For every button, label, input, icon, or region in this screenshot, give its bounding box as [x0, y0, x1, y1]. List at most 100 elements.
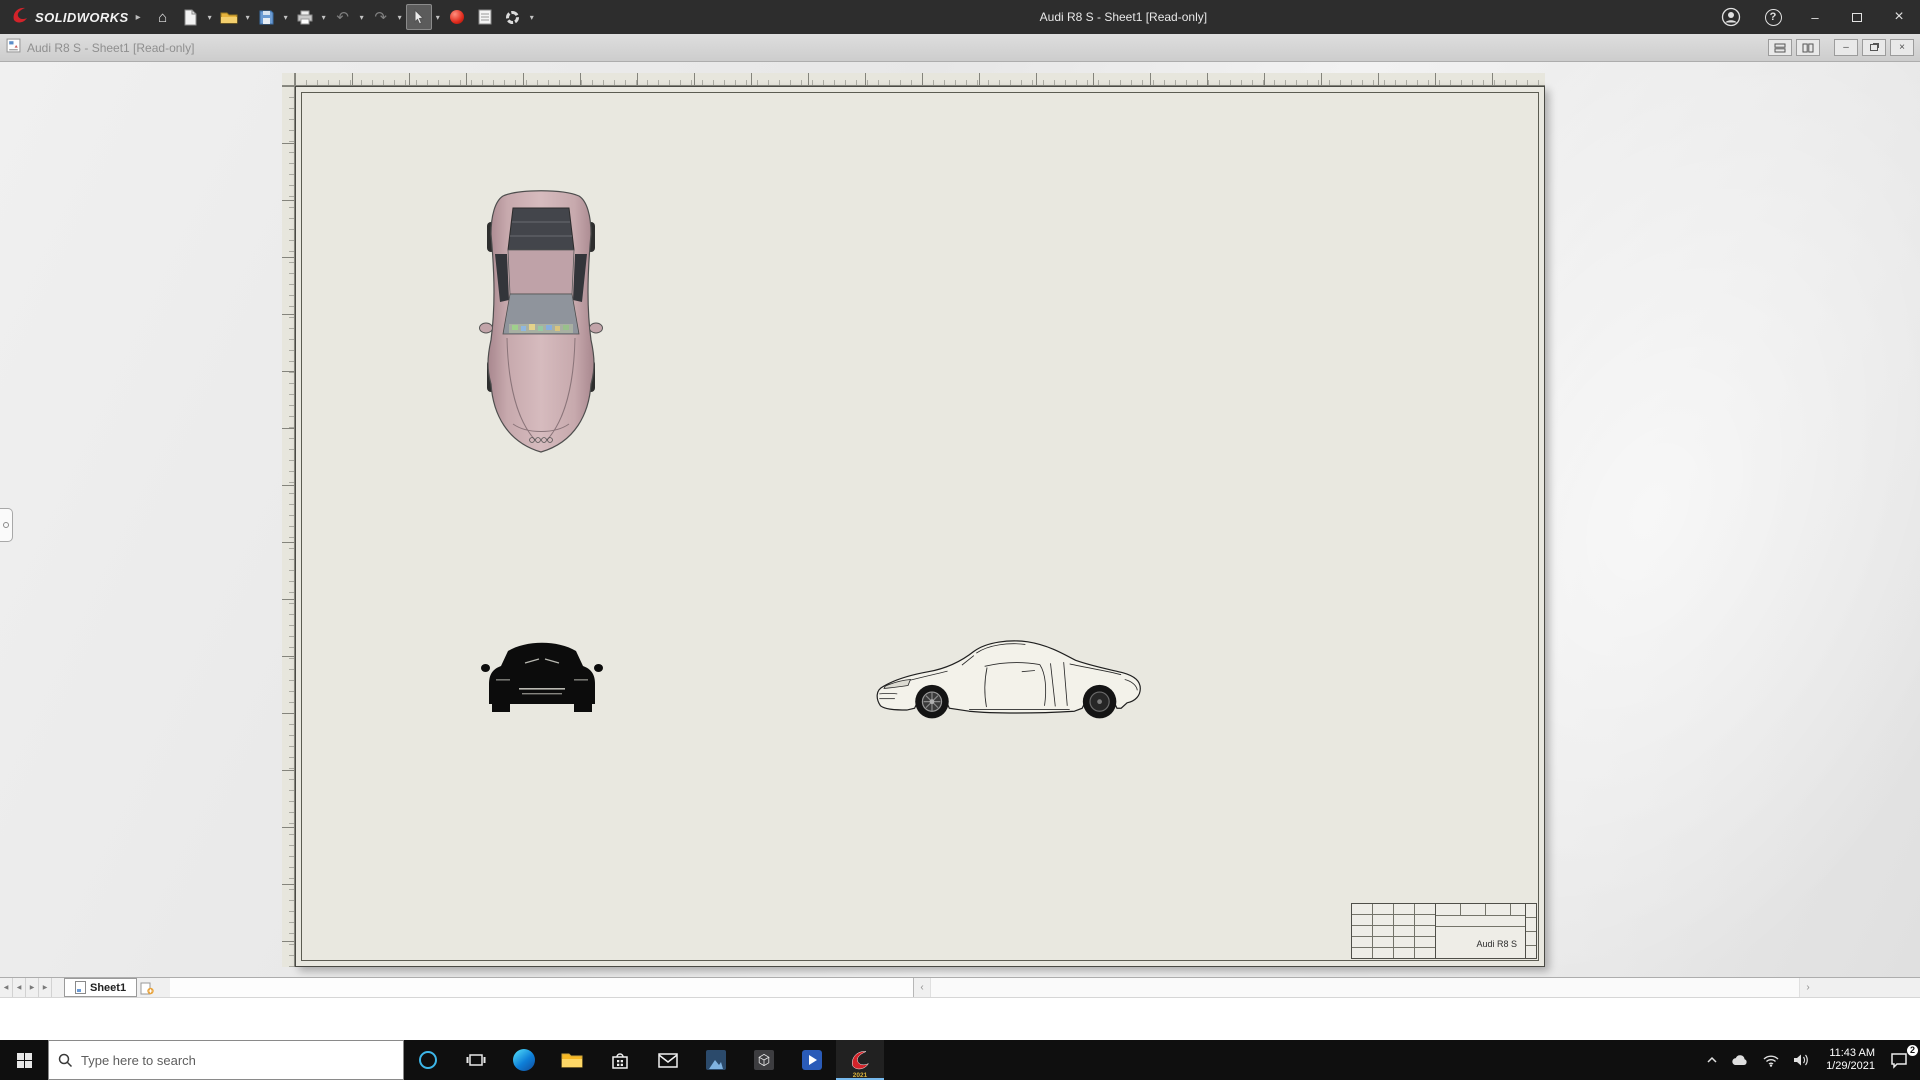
cloud-icon — [1732, 1055, 1747, 1065]
brand-expand-icon[interactable]: ▸ — [136, 12, 141, 23]
save-icon — [259, 10, 274, 24]
mail-button[interactable] — [644, 1040, 692, 1080]
open-button[interactable] — [216, 4, 242, 30]
doc-restore-button[interactable] — [1862, 39, 1886, 56]
options-button[interactable] — [500, 4, 526, 30]
tile-vertical-button[interactable] — [1796, 39, 1820, 56]
help-icon: ? — [1764, 8, 1782, 26]
horizontal-scrollbar[interactable]: ‹ › — [914, 978, 1816, 997]
window-title: Audi R8 S - Sheet1 [Read-only] — [1039, 10, 1208, 24]
solidworks-brand[interactable]: SOLIDWORKS ▸ — [0, 5, 149, 30]
options-gear-icon — [506, 10, 520, 24]
solidworks-logo-icon — [10, 5, 30, 30]
document-titlebar: Audi R8 S - Sheet1 [Read-only] – × — [0, 34, 1920, 62]
vertical-ruler — [282, 86, 295, 967]
undo-icon: ↶ — [336, 8, 349, 26]
help-button[interactable]: ? — [1752, 0, 1794, 34]
doc-minimize-button[interactable]: – — [1834, 39, 1858, 56]
cube-app-button[interactable] — [740, 1040, 788, 1080]
account-button[interactable] — [1710, 0, 1752, 34]
hidden-icons-button[interactable] — [1700, 1040, 1724, 1080]
collapsed-panel-handle[interactable] — [0, 508, 13, 542]
add-sheet-button[interactable] — [137, 978, 157, 997]
task-view-button[interactable] — [452, 1040, 500, 1080]
drawing-document-icon — [6, 38, 21, 58]
taskbar-clock[interactable]: 11:43 AM 1/29/2021 — [1818, 1047, 1883, 1073]
title-block-main: Audi R8 S — [1436, 904, 1526, 958]
car-top-view-graphic — [479, 190, 603, 453]
solidworks-year-label: 2021 — [852, 1072, 868, 1079]
action-center-button[interactable]: 2 — [1883, 1040, 1920, 1080]
drawing-sheet[interactable]: Audi R8 S — [295, 86, 1545, 967]
sheet-format-button[interactable] — [472, 4, 498, 30]
edge-icon — [513, 1049, 535, 1071]
cortana-button[interactable] — [404, 1040, 452, 1080]
cloud-tray-button[interactable] — [1724, 1040, 1756, 1080]
taskbar-search[interactable] — [48, 1040, 404, 1080]
solidworks-taskbar-button[interactable]: 2021 — [836, 1040, 884, 1080]
tab-sheet1[interactable]: Sheet1 — [64, 978, 138, 997]
scrollbar-thumb[interactable] — [170, 978, 914, 997]
save-button[interactable] — [254, 4, 280, 30]
options-dropdown[interactable]: ▾ — [527, 13, 537, 22]
new-dropdown[interactable]: ▾ — [205, 13, 215, 22]
minimize-button[interactable]: – — [1794, 0, 1836, 34]
sheet-format-icon — [478, 9, 492, 25]
action-center-icon — [1891, 1052, 1907, 1069]
3dexperience-icon — [449, 10, 464, 24]
print-button[interactable] — [292, 4, 318, 30]
last-sheet-button[interactable]: ▶ — [39, 978, 52, 997]
title-block: Audi R8 S — [1351, 903, 1537, 959]
scrollbar-track[interactable] — [930, 978, 1800, 997]
home-button[interactable]: ⌂ — [150, 4, 176, 30]
photos-button[interactable] — [692, 1040, 740, 1080]
title-block-part-name: Audi R8 S — [1476, 939, 1517, 949]
system-tray: 11:43 AM 1/29/2021 2 — [1700, 1040, 1920, 1080]
open-dropdown[interactable]: ▾ — [243, 13, 253, 22]
car-front-view-graphic — [481, 642, 603, 712]
minimize-icon: – — [1811, 9, 1819, 25]
redo-dropdown[interactable]: ▾ — [395, 13, 405, 22]
print-dropdown[interactable]: ▾ — [319, 13, 329, 22]
edge-button[interactable] — [500, 1040, 548, 1080]
drawing-view-top[interactable] — [479, 188, 603, 456]
save-dropdown[interactable]: ▾ — [281, 13, 291, 22]
network-tray-button[interactable] — [1756, 1040, 1786, 1080]
select-tool-button[interactable] — [405, 4, 432, 30]
redo-button[interactable]: ↷ — [368, 4, 394, 30]
graphics-area[interactable]: Audi R8 S — [0, 62, 1920, 977]
window-controls: ? – × — [1710, 0, 1920, 34]
volume-tray-button[interactable] — [1786, 1040, 1818, 1080]
car-side-view-graphic — [876, 640, 1141, 719]
ruler-corner — [282, 73, 295, 86]
next-sheet-button[interactable]: ▶ — [26, 978, 39, 997]
start-button[interactable] — [0, 1040, 48, 1080]
new-document-button[interactable] — [178, 4, 204, 30]
undo-button[interactable]: ↶ — [330, 4, 356, 30]
drawing-view-front[interactable] — [481, 634, 603, 715]
search-input[interactable] — [81, 1052, 394, 1068]
undo-dropdown[interactable]: ▾ — [357, 13, 367, 22]
select-dropdown[interactable]: ▾ — [433, 13, 443, 22]
volume-icon — [1794, 1054, 1808, 1066]
maximize-button[interactable] — [1836, 0, 1878, 34]
scroll-right-button[interactable]: › — [1800, 978, 1816, 997]
drawing-view-side[interactable] — [868, 634, 1148, 719]
clock-date: 1/29/2021 — [1826, 1060, 1875, 1072]
doc-close-icon: × — [1899, 42, 1905, 53]
first-sheet-button[interactable]: ◀ — [0, 978, 13, 997]
tile-horizontal-button[interactable] — [1768, 39, 1792, 56]
file-explorer-button[interactable] — [548, 1040, 596, 1080]
new-document-icon — [184, 9, 197, 25]
close-button[interactable]: × — [1878, 0, 1920, 34]
store-button[interactable] — [596, 1040, 644, 1080]
horizontal-ruler — [295, 73, 1545, 86]
solidworks-window: SOLIDWORKS ▸ ⌂ ▾ ▾ ▾ ▾ ↶ ▾ ↷ ▾ ▾ ▾ Audi … — [0, 0, 1920, 1040]
media-app-button[interactable] — [788, 1040, 836, 1080]
scroll-left-button[interactable]: ‹ — [914, 978, 930, 997]
previous-sheet-button[interactable]: ◀ — [13, 978, 26, 997]
3dexperience-button[interactable] — [444, 4, 470, 30]
doc-close-button[interactable]: × — [1890, 39, 1914, 56]
titlebar: SOLIDWORKS ▸ ⌂ ▾ ▾ ▾ ▾ ↶ ▾ ↷ ▾ ▾ ▾ Audi … — [0, 0, 1920, 34]
status-bar — [0, 997, 1920, 1040]
